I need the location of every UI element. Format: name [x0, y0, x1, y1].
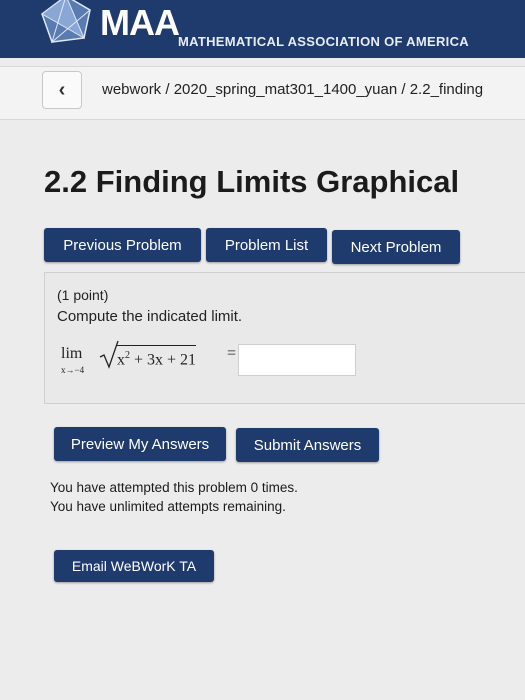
submit-answers-button[interactable]: Submit Answers [236, 428, 379, 462]
maa-logo-icon [41, 0, 91, 44]
answer-input[interactable] [238, 344, 356, 376]
next-problem-button[interactable]: Next Problem [332, 230, 460, 264]
remaining-text: You have unlimited attempts remaining. [50, 499, 286, 514]
problem-list-button[interactable]: Problem List [206, 228, 327, 262]
page-title: 2.2 Finding Limits Graphical [44, 164, 460, 199]
attempt-status: You have attempted this problem 0 times.… [50, 478, 298, 516]
email-ta-button[interactable]: Email WeBWorK TA [54, 550, 214, 582]
maa-logo-text: MAA [100, 2, 180, 43]
breadcrumb[interactable]: webwork / 2020_spring_mat301_1400_yuan /… [102, 81, 525, 98]
problem-points: (1 point) [57, 287, 109, 303]
attempts-text: You have attempted this problem 0 times. [50, 480, 298, 495]
organization-name: MATHEMATICAL ASSOCIATION OF AMERICA [178, 34, 469, 49]
radicand-x: x [117, 351, 125, 369]
site-header: MAA MATHEMATICAL ASSOCIATION OF AMERICA [0, 0, 525, 58]
lim-operator: lim [61, 345, 83, 362]
preview-answers-button[interactable]: Preview My Answers [54, 427, 226, 461]
problem-prompt: Compute the indicated limit. [57, 308, 243, 325]
radicand: x2 + 3x + 21 [117, 345, 197, 369]
radicand-rest: + 3x + 21 [130, 351, 197, 369]
square-root-icon [99, 340, 119, 369]
back-button[interactable]: ‹ [42, 71, 82, 109]
breadcrumb-bar: ‹ webwork / 2020_spring_mat301_1400_yuan… [0, 66, 525, 120]
previous-problem-button[interactable]: Previous Problem [44, 228, 201, 262]
problem-panel: (1 point) Compute the indicated limit. l… [44, 272, 525, 404]
equals-sign: = [227, 345, 237, 362]
lim-subscript: x→−4 [61, 365, 85, 375]
